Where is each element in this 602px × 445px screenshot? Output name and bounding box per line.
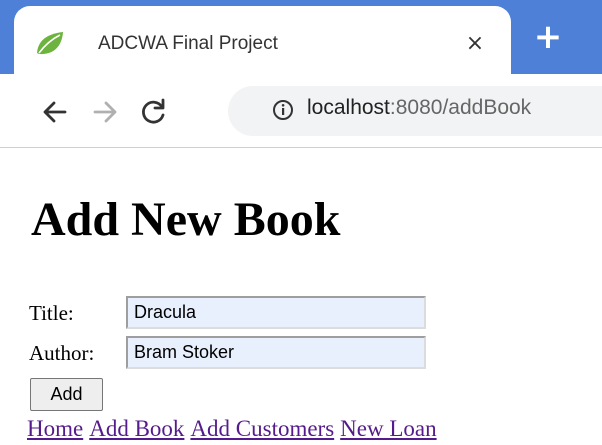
nav-link-add-book[interactable]: Add Book [89, 416, 184, 441]
arrow-right-icon[interactable] [88, 95, 122, 129]
nav-link-new-loan[interactable]: New Loan [340, 416, 436, 441]
spring-leaf-icon [34, 29, 66, 57]
add-button[interactable]: Add [30, 378, 103, 411]
new-tab-button[interactable]: + [528, 17, 568, 57]
tab-title: ADCWA Final Project [98, 33, 278, 54]
url-path: :8080/addBook [389, 96, 532, 119]
info-icon[interactable] [272, 99, 294, 121]
reload-icon[interactable] [136, 95, 170, 129]
nav-links: Home Add Book Add Customers New Loan [27, 416, 443, 442]
toolbar-divider [0, 147, 602, 148]
url-text[interactable]: localhost:8080/addBook [307, 96, 531, 120]
close-icon[interactable]: × [462, 31, 488, 57]
arrow-left-icon[interactable] [38, 95, 72, 129]
title-label: Title: [29, 301, 74, 325]
url-host: localhost [307, 96, 390, 119]
author-label: Author: [29, 341, 95, 365]
page-title: Add New Book [31, 193, 341, 246]
nav-link-add-customers[interactable]: Add Customers [190, 416, 334, 441]
title-input[interactable] [126, 296, 426, 329]
nav-link-home[interactable]: Home [27, 416, 83, 441]
author-input[interactable] [126, 336, 426, 369]
